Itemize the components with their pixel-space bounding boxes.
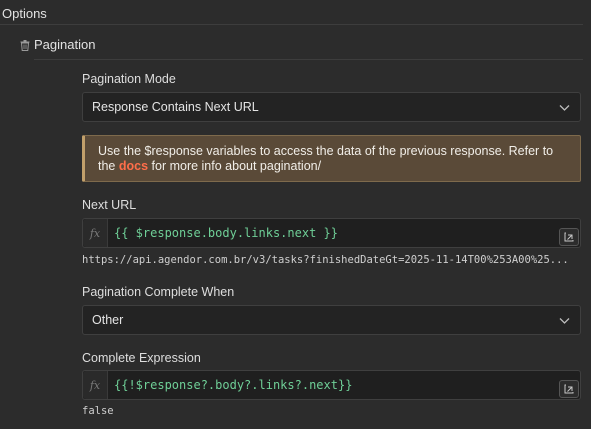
pagination-group-header: Pagination bbox=[20, 37, 95, 52]
complete-expression-field[interactable]: fx {{!$response?.body?.links?.next}} bbox=[82, 370, 581, 400]
open-editor-icon bbox=[564, 384, 574, 394]
chevron-down-icon bbox=[559, 318, 570, 324]
fx-icon: fx bbox=[83, 371, 108, 399]
chevron-down-icon bbox=[559, 105, 570, 111]
pagination-mode-label: Pagination Mode bbox=[82, 72, 176, 86]
next-url-label: Next URL bbox=[82, 198, 137, 212]
group-divider bbox=[34, 59, 583, 60]
complete-when-label: Pagination Complete When bbox=[82, 285, 235, 299]
complete-expression[interactable]: {{!$response?.body?.links?.next}} bbox=[108, 378, 352, 392]
trash-icon[interactable] bbox=[20, 39, 30, 51]
fx-icon: fx bbox=[83, 219, 108, 247]
docs-link[interactable]: docs bbox=[119, 159, 148, 173]
section-divider bbox=[0, 24, 583, 25]
expand-editor-button[interactable] bbox=[559, 228, 579, 246]
group-title: Pagination bbox=[34, 37, 96, 52]
complete-when-value: Other bbox=[92, 313, 124, 327]
pagination-mode-select[interactable]: Response Contains Next URL bbox=[82, 92, 581, 122]
expand-editor-button[interactable] bbox=[559, 380, 579, 398]
next-url-expression-field[interactable]: fx {{ $response.body.links.next }} bbox=[82, 218, 581, 248]
next-url-preview: https://api.agendor.com.br/v3/tasks?fini… bbox=[82, 254, 569, 266]
pagination-mode-value: Response Contains Next URL bbox=[92, 100, 259, 114]
complete-expression-preview: false bbox=[82, 405, 114, 417]
section-title: Options bbox=[2, 6, 47, 21]
options-panel: Options Pagination Pagination Mode Respo… bbox=[0, 0, 591, 429]
complete-expression-label: Complete Expression bbox=[82, 351, 201, 365]
open-editor-icon bbox=[564, 232, 574, 242]
pagination-notice: Use the $response variables to access th… bbox=[82, 135, 581, 182]
complete-when-select[interactable]: Other bbox=[82, 305, 581, 335]
notice-text-after: for more info about pagination/ bbox=[148, 159, 322, 173]
next-url-expression[interactable]: {{ $response.body.links.next }} bbox=[108, 226, 338, 240]
